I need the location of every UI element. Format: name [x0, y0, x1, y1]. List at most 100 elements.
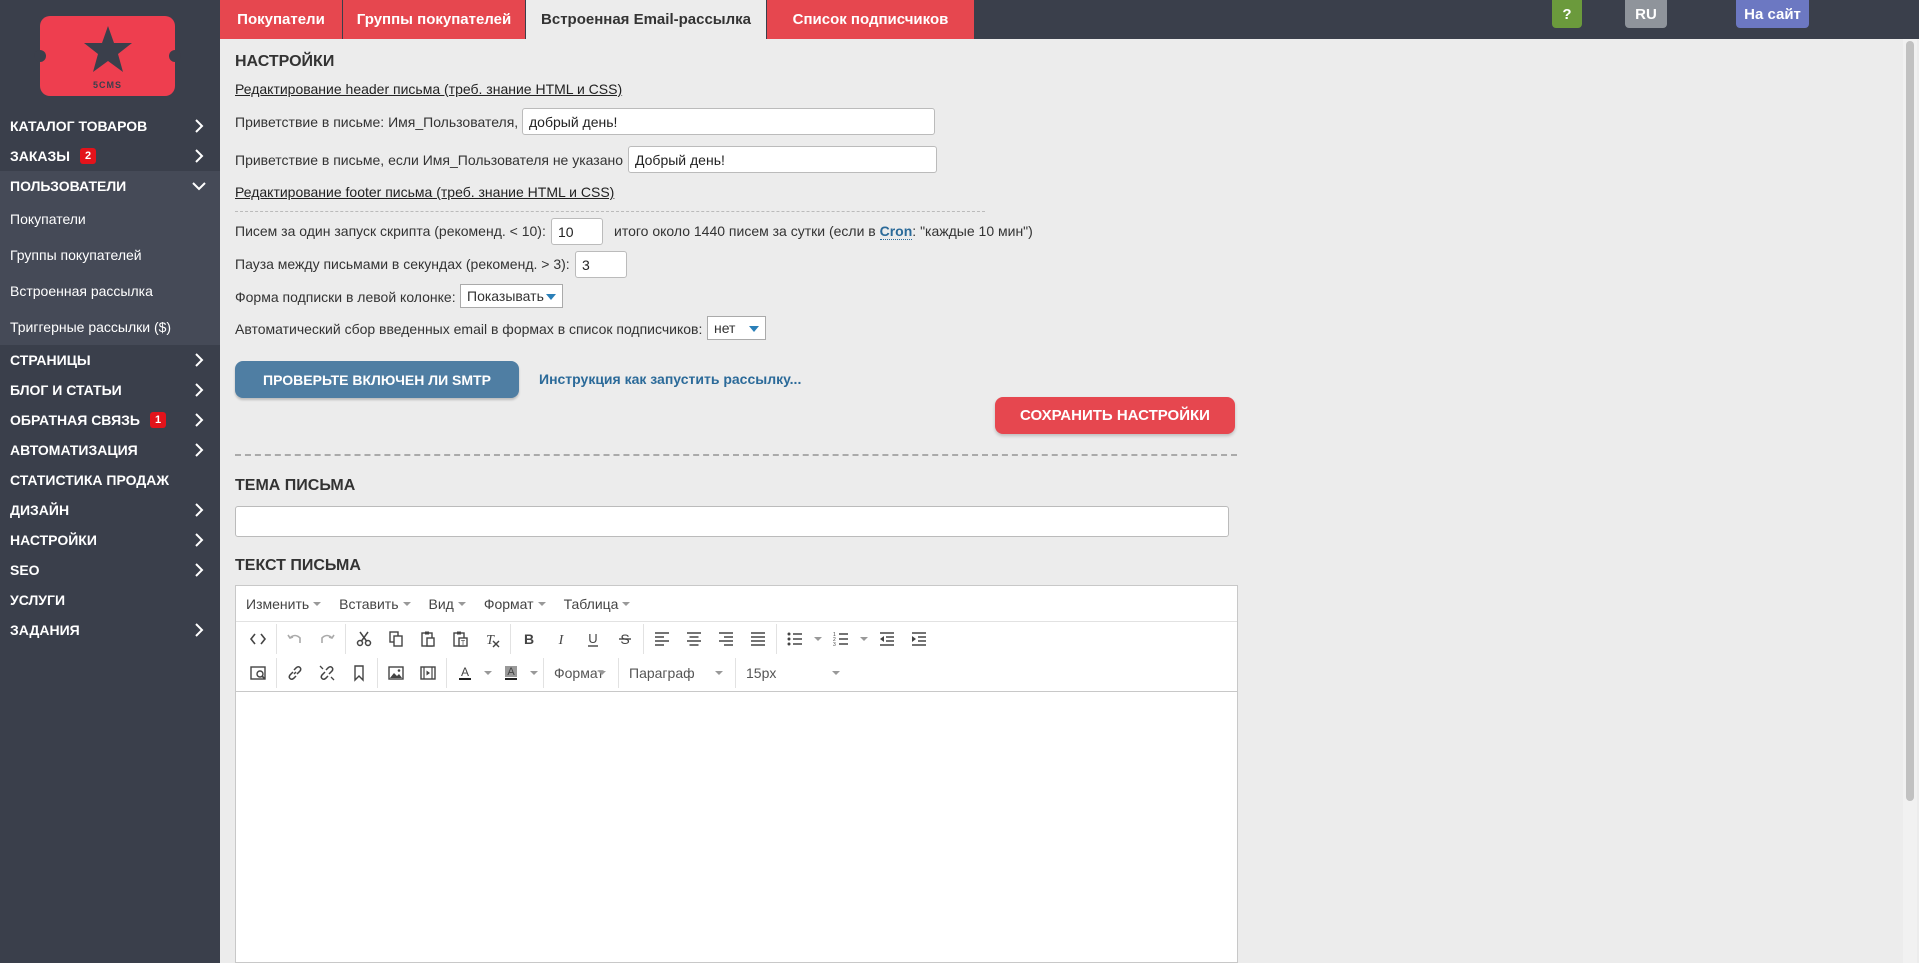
tab-customers[interactable]: Покупатели: [220, 0, 342, 39]
align-left-button[interactable]: [646, 624, 678, 654]
undo-button[interactable]: [279, 624, 311, 654]
editor-content-area[interactable]: [236, 691, 1237, 962]
sidebar-item-settings[interactable]: НАСТРОЙКИ: [0, 525, 220, 555]
subject-input[interactable]: [235, 506, 1229, 537]
chevron-right-icon: [195, 623, 204, 637]
paste-button[interactable]: [412, 624, 444, 654]
editor-menu-edit[interactable]: Изменить: [246, 596, 322, 612]
toolbar-separator: [276, 658, 277, 688]
greeting-noname-input[interactable]: [628, 146, 937, 173]
background-color-button[interactable]: A: [495, 658, 527, 688]
font-size-combo[interactable]: 15px: [738, 658, 850, 688]
greeting-input[interactable]: [522, 108, 935, 135]
sidebar-item-services[interactable]: УСЛУГИ: [0, 585, 220, 615]
format-combo[interactable]: Формат: [546, 658, 616, 688]
tab-subscribers[interactable]: Список подписчиков: [767, 0, 974, 39]
text-color-dropdown[interactable]: [481, 658, 495, 688]
sidebar-item-blog[interactable]: БЛОГ И СТАТЬИ: [0, 375, 220, 405]
edit-header-link[interactable]: Редактирование header письма (треб. знан…: [235, 81, 622, 97]
sidebar-item-pages[interactable]: СТРАНИЦЫ: [0, 345, 220, 375]
sidebar-item-feedback[interactable]: ОБРАТНАЯ СВЯЗЬ 1: [0, 405, 220, 435]
sidebar-item-seo[interactable]: SEO: [0, 555, 220, 585]
sidebar-item-label: АВТОМАТИЗАЦИЯ: [10, 442, 138, 458]
page-scrollbar[interactable]: [1903, 39, 1917, 963]
paste-text-button[interactable]: T: [444, 624, 476, 654]
editor-menu-table[interactable]: Таблица: [564, 596, 631, 612]
sidebar-item-orders[interactable]: ЗАКАЗЫ 2: [0, 141, 220, 171]
per-day-text-post: : "каждые 10 мин"): [912, 223, 1033, 239]
sidebar-item-tasks[interactable]: ЗАДАНИЯ: [0, 615, 220, 645]
chevron-right-icon: [195, 383, 204, 397]
logo[interactable]: 5CMS: [34, 16, 181, 96]
find-replace-icon: [250, 666, 266, 680]
help-button[interactable]: ?: [1552, 0, 1582, 28]
auto-collect-select[interactable]: нет: [707, 316, 766, 340]
paragraph-combo[interactable]: Параграф: [621, 658, 733, 688]
sidebar-subitem-customers[interactable]: Покупатели: [0, 201, 220, 237]
bookmark-button[interactable]: [343, 658, 375, 688]
insert-image-button[interactable]: [380, 658, 412, 688]
orders-badge: 2: [80, 148, 97, 164]
bullet-list-dropdown[interactable]: [811, 624, 825, 654]
toolbar-separator: [543, 658, 544, 688]
editor-menu-view[interactable]: Вид: [429, 596, 466, 612]
indent-button[interactable]: [903, 624, 935, 654]
outdent-button[interactable]: [871, 624, 903, 654]
to-site-button[interactable]: На сайт: [1736, 0, 1809, 28]
editor-menu-format[interactable]: Формат: [484, 596, 546, 612]
sidebar-item-users[interactable]: ПОЛЬЗОВАТЕЛИ: [0, 171, 220, 201]
strikethrough-button[interactable]: S: [609, 624, 641, 654]
align-center-button[interactable]: [678, 624, 710, 654]
align-justify-button[interactable]: [742, 624, 774, 654]
align-right-icon: [719, 632, 733, 646]
per-run-input[interactable]: [551, 218, 603, 245]
sidebar-subitem-trigger-mailing[interactable]: Триггерные рассылки ($): [0, 309, 220, 345]
insert-media-button[interactable]: [412, 658, 444, 688]
undo-icon: [287, 634, 301, 643]
numbered-list-button[interactable]: 123: [825, 624, 857, 654]
sidebar-subitem-mailing[interactable]: Встроенная рассылка: [0, 273, 220, 309]
chevron-down-icon: [715, 671, 723, 675]
scrollbar-thumb[interactable]: [1906, 41, 1914, 801]
subscribe-form-select[interactable]: Показывать: [460, 284, 563, 308]
unlink-button[interactable]: [311, 658, 343, 688]
editor-menu-label: Вставить: [339, 595, 399, 612]
subject-title: ТЕМА ПИСЬМА: [235, 477, 356, 494]
clear-format-button[interactable]: T: [476, 624, 508, 654]
toolbar-separator: [735, 658, 736, 688]
sidebar-item-sales-stats[interactable]: СТАТИСТИКА ПРОДАЖ: [0, 465, 220, 495]
bold-button[interactable]: B: [513, 624, 545, 654]
italic-icon: I: [558, 633, 565, 648]
tab-email-mailing[interactable]: Встроенная Email-рассылка: [526, 0, 766, 39]
language-button[interactable]: RU: [1625, 0, 1667, 28]
instruction-link[interactable]: Инструкция как запустить рассылку...: [539, 371, 801, 387]
sidebar-item-design[interactable]: ДИЗАЙН: [0, 495, 220, 525]
cut-button[interactable]: [348, 624, 380, 654]
chevron-right-icon: [195, 443, 204, 457]
tab-customer-groups[interactable]: Группы покупателей: [343, 0, 525, 39]
editor-menu-insert[interactable]: Вставить: [339, 595, 411, 612]
save-settings-button[interactable]: СОХРАНИТЬ НАСТРОЙКИ: [995, 397, 1235, 434]
edit-footer-link[interactable]: Редактирование footer письма (треб. знан…: [235, 184, 614, 200]
background-color-dropdown[interactable]: [527, 658, 541, 688]
chevron-down-icon: [192, 182, 206, 191]
text-color-button[interactable]: A: [449, 658, 481, 688]
check-smtp-button[interactable]: ПРОВЕРЬТЕ ВКЛЮЧЕН ЛИ SMTP: [235, 361, 519, 398]
sidebar-subitem-customer-groups[interactable]: Группы покупателей: [0, 237, 220, 273]
sidebar-item-catalog[interactable]: КАТАЛОГ ТОВАРОВ: [0, 111, 220, 141]
cron-link[interactable]: Cron: [879, 223, 913, 240]
insert-link-button[interactable]: [279, 658, 311, 688]
italic-button[interactable]: I: [545, 624, 577, 654]
underline-button[interactable]: U: [577, 624, 609, 654]
source-code-button[interactable]: [242, 624, 274, 654]
bullet-list-button[interactable]: [779, 624, 811, 654]
sidebar-item-automation[interactable]: АВТОМАТИЗАЦИЯ: [0, 435, 220, 465]
align-right-button[interactable]: [710, 624, 742, 654]
numbered-list-dropdown[interactable]: [857, 624, 871, 654]
pause-input[interactable]: [575, 251, 627, 278]
copy-button[interactable]: [380, 624, 412, 654]
numbered-list-icon: 123: [833, 632, 848, 648]
find-replace-button[interactable]: [242, 658, 274, 688]
redo-button[interactable]: [311, 624, 343, 654]
sidebar-item-label: КАТАЛОГ ТОВАРОВ: [10, 118, 148, 134]
